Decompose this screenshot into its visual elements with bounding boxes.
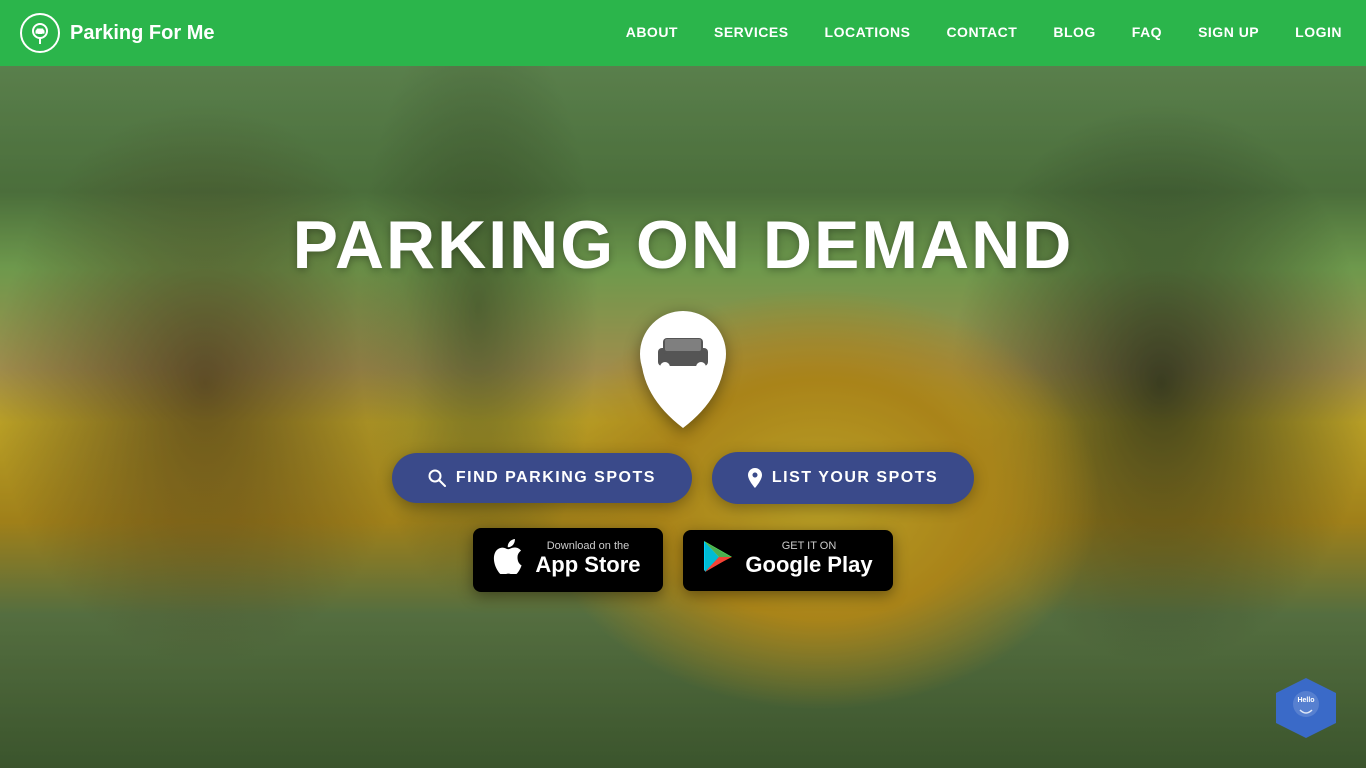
parking-pin-icon — [633, 308, 733, 428]
brand-name: Parking For Me — [70, 22, 214, 45]
hero-section: PARKING ON DEMAND — [0, 0, 1366, 768]
nav-signup[interactable]: SIGN UP — [1198, 24, 1259, 40]
nav-blog[interactable]: BLOG — [1053, 24, 1095, 40]
nav-contact[interactable]: CONTACT — [946, 24, 1017, 40]
googleplay-button[interactable]: GET IT ON Google Play — [683, 530, 892, 591]
nav-login[interactable]: LOGIN — [1295, 24, 1342, 40]
location-pin-icon — [748, 468, 762, 488]
nav-locations[interactable]: LOCATIONS — [825, 24, 911, 40]
google-play-icon — [703, 540, 733, 581]
nav-links: ABOUT SERVICES LOCATIONS CONTACT BLOG FA… — [626, 24, 1342, 42]
brand-logo[interactable]: Parking For Me — [20, 13, 214, 53]
hero-title: PARKING ON DEMAND — [293, 206, 1074, 284]
nav-about[interactable]: ABOUT — [626, 24, 678, 40]
hero-content: PARKING ON DEMAND — [293, 206, 1074, 592]
cta-buttons: FIND PARKING SPOTS LIST YOUR SPOTS — [392, 452, 974, 504]
list-spots-button[interactable]: LIST YOUR SPOTS — [712, 452, 974, 504]
apple-icon — [493, 538, 523, 582]
brand-icon — [20, 13, 60, 53]
search-icon — [428, 469, 446, 487]
hello-widget-label: Hello — [1288, 688, 1324, 728]
appstore-button[interactable]: Download on the App Store — [473, 528, 663, 592]
find-parking-button[interactable]: FIND PARKING SPOTS — [392, 453, 692, 503]
googleplay-text: GET IT ON Google Play — [745, 541, 872, 578]
appstore-text: Download on the App Store — [535, 541, 640, 578]
navbar: Parking For Me ABOUT SERVICES LOCATIONS … — [0, 0, 1366, 66]
nav-faq[interactable]: FAQ — [1132, 24, 1162, 40]
svg-text:Hello: Hello — [1297, 697, 1314, 704]
nav-services[interactable]: SERVICES — [714, 24, 789, 40]
app-download-buttons: Download on the App Store — [473, 528, 892, 592]
